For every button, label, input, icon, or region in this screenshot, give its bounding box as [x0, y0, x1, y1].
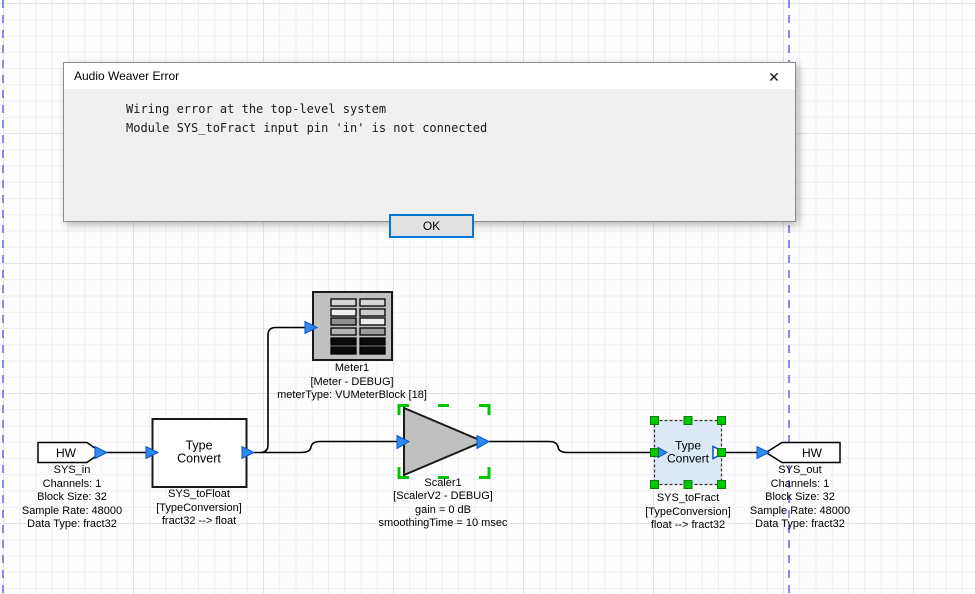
scaler1-output-pin[interactable] — [477, 436, 489, 449]
scaler1-gain-label: gain = 0 dB — [415, 504, 471, 517]
error-message-line-1: Wiring error at the top-level system — [126, 100, 795, 119]
sys-tofract-conversion-label: float --> fract32 — [651, 519, 725, 532]
meter1-property-label: meterType: VUMeterBlock [18] — [277, 389, 427, 402]
design-canvas[interactable]: HW Type Convert Type Convert HW SYS_in C… — [0, 0, 975, 594]
sys-in-prop-label: Block Size: 32 — [37, 491, 107, 504]
scaler1-smoothing-label: smoothingTime = 10 msec — [379, 517, 508, 530]
wire-tofloat-to-scaler[interactable] — [254, 442, 397, 453]
ok-button[interactable]: OK — [389, 214, 474, 238]
sys-in-prop-label: Channels: 1 — [43, 478, 102, 491]
close-icon[interactable]: ✕ — [763, 67, 785, 87]
sys-out-prop-label: Channels: 1 — [771, 478, 830, 491]
dialog-body: Wiring error at the top-level system Mod… — [64, 89, 795, 221]
sys-tofract-label: Type Convert — [659, 439, 717, 466]
sys-tofract-type-label: [TypeConversion] — [645, 506, 731, 519]
sys-out-input-pin[interactable] — [757, 447, 769, 459]
dialog-title: Audio Weaver Error — [74, 69, 179, 83]
sys-tofloat-conversion-label: fract32 --> float — [162, 515, 236, 528]
sys-tofloat-type-label: [TypeConversion] — [156, 502, 242, 515]
sys-in-prop-label: Data Type: fract32 — [27, 518, 117, 531]
sys-tofloat-name-label: SYS_toFloat — [168, 488, 230, 501]
scaler1-name-label: Scaler1 — [424, 477, 461, 490]
sys-out-name-label: SYS_out — [778, 464, 821, 477]
sys-out-prop-label: Sample Rate: 48000 — [750, 505, 850, 518]
error-dialog: Audio Weaver Error ✕ Wiring error at the… — [63, 62, 796, 222]
scaler1-block[interactable] — [404, 408, 483, 475]
error-message-line-2: Module SYS_toFract input pin 'in' is not… — [126, 119, 795, 138]
sys-tofloat-label: Type Convert — [168, 439, 230, 466]
meter1-name-label: Meter1 — [335, 362, 369, 375]
scaler1-type-label: [ScalerV2 - DEBUG] — [393, 490, 493, 503]
sys-out-shape-label: HW — [802, 446, 822, 460]
sys-tofract-name-label: SYS_toFract — [657, 492, 719, 505]
sys-tofloat-output-pin[interactable] — [242, 447, 254, 459]
meter1-type-label: [Meter - DEBUG] — [310, 376, 393, 389]
wire-scaler-to-tofract[interactable] — [489, 442, 652, 453]
sys-in-prop-label: Sample Rate: 48000 — [22, 505, 122, 518]
sys-in-name-label: SYS_in — [54, 464, 91, 477]
sys-out-prop-label: Data Type: fract32 — [755, 518, 845, 531]
sys-in-shape-label: HW — [56, 446, 76, 460]
sys-out-prop-label: Block Size: 32 — [765, 491, 835, 504]
dialog-titlebar[interactable]: Audio Weaver Error ✕ — [64, 63, 795, 89]
sys-in-output-pin[interactable] — [95, 447, 107, 459]
